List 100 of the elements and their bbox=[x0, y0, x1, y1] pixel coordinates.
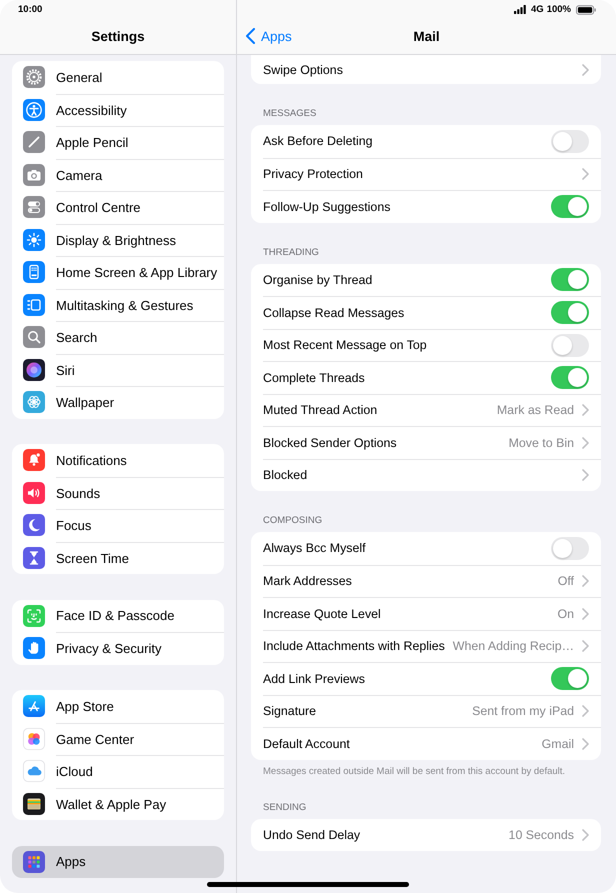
network-label: 4G bbox=[531, 4, 544, 15]
toggle-switch[interactable] bbox=[551, 667, 589, 690]
sidebar-item[interactable]: Home Screen & App Library bbox=[12, 256, 224, 288]
sidebar-title: Settings bbox=[91, 28, 145, 44]
sidebar-item[interactable]: Camera bbox=[12, 158, 224, 191]
settings-row[interactable]: Muted Thread Action Mark as Read bbox=[251, 394, 601, 426]
toggle-switch[interactable] bbox=[551, 301, 589, 324]
chevron-right-icon bbox=[582, 608, 589, 620]
toggle-switch[interactable] bbox=[551, 195, 589, 218]
face-scan-icon bbox=[23, 604, 45, 627]
setting-label: Follow-Up Suggestions bbox=[263, 200, 392, 214]
setting-value: On bbox=[557, 606, 574, 621]
setting-value: Sent from my iPad bbox=[472, 704, 574, 718]
sidebar-item[interactable]: App Store bbox=[12, 690, 224, 722]
section-header: THREADING bbox=[262, 246, 320, 260]
bubbles-icon bbox=[23, 728, 45, 750]
settings-row[interactable]: Blocked bbox=[251, 458, 601, 491]
sidebar-item[interactable]: Game Center bbox=[12, 722, 224, 755]
search-icon bbox=[23, 326, 45, 348]
chevron-right-icon bbox=[582, 168, 589, 180]
setting-label: Always Bcc Myself bbox=[263, 541, 367, 556]
sidebar-item[interactable]: Multitasking & Gestures bbox=[12, 288, 224, 321]
cloud-icon bbox=[23, 760, 45, 782]
setting-value: Move to Bin bbox=[508, 436, 574, 450]
sidebar-item[interactable]: Control Centre bbox=[12, 191, 224, 224]
setting-value: When Adding Recip… bbox=[452, 639, 574, 654]
battery-icon bbox=[576, 4, 596, 14]
hand-icon bbox=[23, 637, 45, 660]
toggle-switches-icon bbox=[23, 196, 45, 218]
chevron-right-icon bbox=[582, 469, 589, 482]
setting-value: Off bbox=[558, 574, 574, 588]
setting-value: Mark as Read bbox=[496, 403, 574, 418]
orb-icon bbox=[23, 358, 45, 381]
chevron-right-icon bbox=[582, 705, 589, 718]
window-sidebar-icon bbox=[23, 294, 45, 316]
sidebar-item[interactable]: Wallpaper bbox=[12, 386, 224, 418]
sidebar-item[interactable]: Notifications bbox=[12, 444, 224, 476]
sidebar-item[interactable]: Privacy & Security bbox=[12, 632, 224, 664]
sidebar-item[interactable]: Focus bbox=[12, 509, 224, 542]
sidebar-item[interactable]: Apps bbox=[12, 846, 224, 878]
sidebar-item[interactable]: Search bbox=[12, 321, 224, 354]
bell-icon bbox=[23, 449, 45, 472]
phone-grid-icon bbox=[23, 261, 45, 284]
a-shape-icon bbox=[23, 695, 45, 718]
settings-row[interactable]: Increase Quote Level On bbox=[251, 597, 601, 630]
toggle-switch[interactable] bbox=[551, 268, 589, 292]
back-button[interactable]: Apps bbox=[237, 28, 292, 44]
section-header: COMPOSING bbox=[262, 515, 324, 528]
settings-row[interactable]: Default Account Gmail bbox=[251, 727, 601, 760]
section-header: MESSAGES bbox=[262, 108, 318, 121]
settings-row[interactable]: Include Attachments with Replies When Adding Recip… bbox=[251, 630, 601, 662]
sidebar-item[interactable]: Display & Brightness bbox=[12, 224, 224, 256]
settings-row[interactable]: Swipe Options bbox=[251, 55, 601, 84]
setting-label: Most Recent Message on Top bbox=[263, 338, 428, 352]
toggle-switch[interactable] bbox=[551, 130, 589, 153]
hourglass-icon bbox=[23, 546, 45, 569]
chevron-right-icon bbox=[582, 828, 589, 841]
sidebar-item[interactable]: Wallet & Apple Pay bbox=[12, 788, 224, 820]
sidebar-item[interactable]: iCloud bbox=[12, 755, 224, 788]
sidebar-item[interactable]: Accessibility bbox=[12, 94, 224, 126]
pencil-icon bbox=[23, 131, 45, 154]
sun-icon bbox=[23, 228, 45, 251]
status-time: 10:00 bbox=[18, 4, 42, 15]
sidebar-item[interactable]: Sounds bbox=[12, 476, 224, 509]
setting-label: Collapse Read Messages bbox=[263, 306, 406, 320]
toggle-switch[interactable] bbox=[551, 334, 589, 357]
moon-icon bbox=[23, 514, 45, 536]
sidebar-item[interactable]: Screen Time bbox=[12, 542, 224, 574]
flower-icon bbox=[23, 391, 45, 414]
chevron-right-icon bbox=[582, 575, 589, 588]
settings-row[interactable]: Undo Send Delay 10 Seconds bbox=[251, 818, 601, 851]
sidebar-item[interactable]: General bbox=[12, 61, 224, 94]
setting-label: Complete Threads bbox=[263, 370, 366, 385]
chevron-right-icon bbox=[582, 436, 589, 449]
setting-label: Organise by Thread bbox=[263, 272, 374, 287]
settings-row[interactable]: Privacy Protection bbox=[251, 158, 601, 190]
section-header: SENDING bbox=[262, 802, 308, 814]
setting-value: 10 Seconds bbox=[508, 828, 574, 842]
sidebar-item[interactable]: Siri bbox=[12, 354, 224, 386]
chevron-right-icon bbox=[582, 64, 589, 76]
gear-icon bbox=[23, 66, 45, 88]
settings-row[interactable]: Blocked Sender Options Move to Bin bbox=[251, 426, 601, 458]
section-footer: Messages created outside Mail will be sent from this account by default. bbox=[251, 760, 601, 778]
signal-icon bbox=[514, 5, 526, 14]
battery-percent: 100% bbox=[546, 4, 571, 15]
toggle-switch[interactable] bbox=[551, 366, 589, 390]
chevron-right-icon bbox=[582, 640, 589, 652]
chevron-right-icon bbox=[582, 404, 589, 416]
setting-label: Ask Before Deleting bbox=[263, 134, 374, 148]
chevron-right-icon bbox=[582, 738, 589, 750]
accessibility-icon bbox=[23, 98, 45, 121]
sidebar-item[interactable]: Apple Pencil bbox=[12, 126, 224, 158]
settings-row[interactable]: Signature Sent from my iPad bbox=[251, 694, 601, 727]
wallet-icon bbox=[23, 792, 45, 815]
toggle-switch[interactable] bbox=[551, 536, 589, 560]
settings-row[interactable]: Mark Addresses Off bbox=[251, 564, 601, 597]
app-grid-icon bbox=[23, 850, 45, 873]
sidebar-item[interactable]: Face ID & Passcode bbox=[12, 600, 224, 632]
setting-value: Gmail bbox=[542, 736, 574, 751]
page-title: Mail bbox=[413, 28, 440, 44]
